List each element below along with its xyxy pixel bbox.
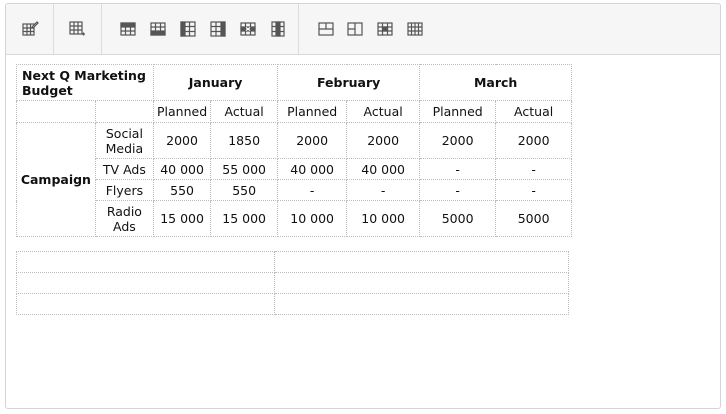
empty-table-cell[interactable]	[16, 251, 275, 273]
insert-column-left-icon	[180, 21, 196, 37]
table-cell[interactable]: 55 000	[210, 158, 279, 180]
table-cell[interactable]: 5000	[495, 200, 573, 237]
insert-row-above-button[interactable]	[115, 17, 141, 41]
delete-column-icon	[271, 21, 285, 37]
table-cell[interactable]: -	[346, 179, 421, 201]
table-cell[interactable]: 40 000	[152, 158, 212, 180]
toolbar-group-insert	[53, 4, 102, 54]
row-label-flyers[interactable]: Flyers	[94, 179, 155, 201]
merge-cells-icon	[318, 22, 334, 36]
table-cell[interactable]: 10 000	[277, 200, 348, 237]
delete-row-button[interactable]	[235, 17, 261, 41]
table-header-button[interactable]	[372, 17, 398, 41]
empty-corner-cell-1[interactable]	[16, 100, 96, 123]
table-toolbar	[6, 4, 720, 55]
delete-column-button[interactable]	[265, 17, 291, 41]
empty-table-cell[interactable]	[274, 293, 569, 315]
table-cell[interactable]: 40 000	[277, 158, 348, 180]
row-label-tv-ads[interactable]: TV Ads	[94, 158, 155, 180]
insert-column-left-button[interactable]	[175, 17, 201, 41]
subheader-planned[interactable]: Planned	[277, 100, 348, 123]
insert-column-right-button[interactable]	[205, 17, 231, 41]
insert-table-icon	[69, 21, 85, 36]
table-cell[interactable]: 2000	[346, 122, 421, 159]
editor-content-area[interactable]: Next Q Marketing Budget January February…	[6, 55, 720, 408]
empty-table-cell[interactable]	[16, 272, 275, 294]
table-cell[interactable]: 10 000	[346, 200, 421, 237]
table-cell[interactable]: 40 000	[346, 158, 421, 180]
subheader-planned[interactable]: Planned	[152, 100, 212, 123]
toolbar-group-rows-columns	[101, 4, 299, 54]
table-cell[interactable]: -	[495, 158, 573, 180]
toolbar-group-cells	[298, 4, 428, 54]
table-header-icon	[377, 22, 393, 36]
empty-table[interactable]	[16, 251, 569, 315]
row-label-social-media[interactable]: Social Media	[94, 122, 155, 159]
insert-table-button[interactable]	[64, 17, 90, 41]
table-properties-icon	[407, 22, 423, 36]
merge-cells-button[interactable]	[313, 17, 339, 41]
marketing-budget-table[interactable]: Next Q Marketing Budget January February…	[16, 64, 573, 237]
month-header-march[interactable]: March	[419, 64, 573, 101]
table-cell[interactable]: -	[277, 179, 348, 201]
table-cell[interactable]: -	[495, 179, 573, 201]
edit-table-icon	[22, 21, 39, 36]
split-cells-button[interactable]	[342, 17, 368, 41]
table-cell[interactable]: 550	[152, 179, 212, 201]
edit-table-button[interactable]	[17, 17, 43, 41]
month-header-february[interactable]: February	[277, 64, 421, 101]
subheader-actual[interactable]: Actual	[210, 100, 279, 123]
table-cell[interactable]: 5000	[419, 200, 497, 237]
table-cell[interactable]: 1850	[210, 122, 279, 159]
month-header-january[interactable]: January	[152, 64, 279, 101]
table-cell[interactable]: 15 000	[210, 200, 279, 237]
table-cell[interactable]: 2000	[495, 122, 573, 159]
empty-corner-cell-2[interactable]	[94, 100, 155, 123]
row-group-campaign[interactable]: Campaign	[16, 122, 96, 237]
table-cell[interactable]: 15 000	[152, 200, 212, 237]
table-properties-button[interactable]	[402, 17, 428, 41]
subheader-planned[interactable]: Planned	[419, 100, 497, 123]
table-cell[interactable]: 2000	[419, 122, 497, 159]
split-cells-icon	[347, 22, 363, 36]
table-title-cell[interactable]: Next Q Marketing Budget	[16, 64, 154, 101]
row-label-radio-ads[interactable]: Radio Ads	[94, 200, 155, 237]
subheader-actual[interactable]: Actual	[346, 100, 421, 123]
insert-row-below-button[interactable]	[145, 17, 171, 41]
insert-row-above-icon	[120, 22, 136, 36]
insert-row-below-icon	[150, 22, 166, 36]
toolbar-group-edit	[6, 4, 54, 54]
subheader-actual[interactable]: Actual	[495, 100, 573, 123]
table-cell[interactable]: 2000	[152, 122, 212, 159]
table-cell[interactable]: -	[419, 158, 497, 180]
empty-table-cell[interactable]	[274, 272, 569, 294]
table-cell[interactable]: -	[419, 179, 497, 201]
table-cell[interactable]: 550	[210, 179, 279, 201]
insert-column-right-icon	[210, 21, 226, 37]
editor-frame: Next Q Marketing Budget January February…	[5, 3, 721, 409]
empty-table-cell[interactable]	[274, 251, 569, 273]
empty-table-cell[interactable]	[16, 293, 275, 315]
table-cell[interactable]: 2000	[277, 122, 348, 159]
delete-row-icon	[240, 22, 256, 36]
